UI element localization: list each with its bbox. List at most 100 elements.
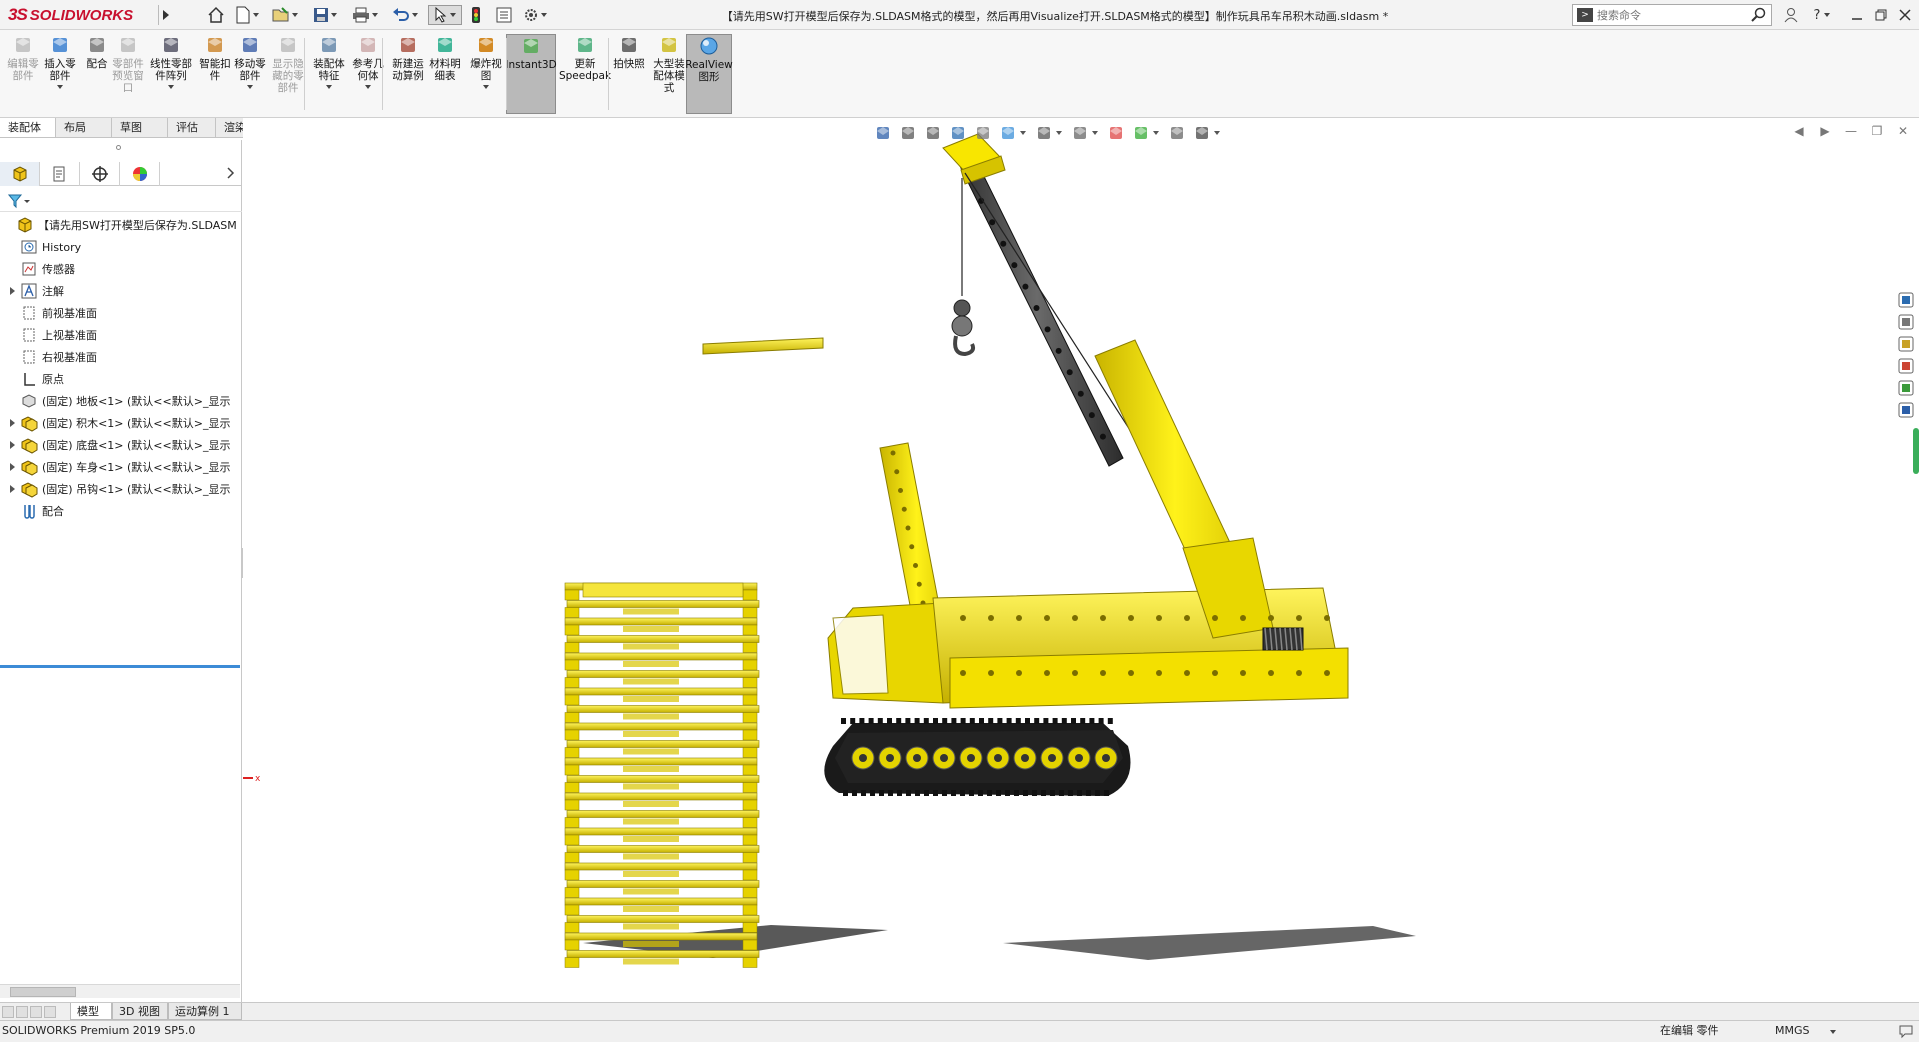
view-settings-icon[interactable] <box>1167 123 1187 143</box>
smart-fasteners-button[interactable]: 智能扣件 <box>196 34 234 114</box>
unit-system[interactable]: MMGS <box>1775 1021 1810 1041</box>
exploded-view-button[interactable]: 爆炸视图 <box>466 34 506 114</box>
view-orientation-icon[interactable] <box>998 123 1018 143</box>
assembly-features-button[interactable]: 装配体 特征 <box>310 34 348 114</box>
edit-component-button[interactable]: 编辑零 部件 <box>6 34 40 114</box>
search-input[interactable] <box>1597 6 1751 24</box>
dropdown-arrow-icon[interactable] <box>247 85 253 89</box>
configurationmanager-tab-icon[interactable] <box>80 162 120 186</box>
bill-of-materials-button[interactable]: 材料明 细表 <box>426 34 464 114</box>
rollback-bar[interactable] <box>0 665 240 668</box>
dropdown-arrow-icon[interactable] <box>1056 131 1062 135</box>
file-properties-icon[interactable] <box>494 5 514 25</box>
select-icon[interactable] <box>428 5 462 25</box>
expand-arrow-icon[interactable] <box>6 478 18 500</box>
scrollbar-thumb[interactable] <box>10 987 76 997</box>
propertymanager-tab-icon[interactable] <box>40 162 80 186</box>
open-icon[interactable] <box>270 5 300 25</box>
dropdown-arrow-icon[interactable] <box>168 85 174 89</box>
expand-arrow-icon[interactable] <box>6 456 18 478</box>
prev-tab-icon[interactable] <box>16 1006 28 1018</box>
tree-filter-row[interactable] <box>0 190 242 212</box>
show-hidden-button[interactable]: 显示隐 藏的零 部件 <box>270 34 306 114</box>
undo-icon[interactable] <box>390 5 420 25</box>
new-motion-study-button[interactable]: 新建运 动算例 <box>388 34 428 114</box>
search-commands-box[interactable]: > <box>1572 4 1772 26</box>
tree-item[interactable]: 【请先用SW打开模型后保存为.SLDASM <box>0 214 242 236</box>
next-tab-icon[interactable] <box>30 1006 42 1018</box>
help-button[interactable]: ? <box>1808 5 1836 25</box>
bottom-tab-2[interactable]: 运动算例 1 <box>168 1003 242 1020</box>
take-snapshot-button[interactable]: 拍快照 <box>612 34 646 114</box>
linear-pattern-button[interactable]: 线性零部 件阵列 <box>148 34 194 114</box>
zoom-to-fit-icon[interactable] <box>873 123 893 143</box>
tree-item[interactable]: (固定) 车身<1> (默认<<默认>_显示 <box>0 456 242 478</box>
graphics-restore-icon[interactable]: ❐ <box>1869 123 1885 139</box>
tab-2[interactable]: 草图 <box>112 118 168 138</box>
tree-item[interactable]: 上视基准面 <box>0 324 242 346</box>
tab-1[interactable]: 布局 <box>56 118 112 138</box>
graphics-area[interactable]: y x ◀ ▶ — ❐ ✕ <box>243 118 1919 1002</box>
filter-icon[interactable] <box>8 193 30 209</box>
dropdown-arrow-icon[interactable] <box>326 85 332 89</box>
first-tab-icon[interactable] <box>2 1006 14 1018</box>
tree-item[interactable]: (固定) 底盘<1> (默认<<默认>_显示 <box>0 434 242 456</box>
display-pane-icon[interactable] <box>1192 123 1212 143</box>
edit-appearance-icon[interactable] <box>1106 123 1126 143</box>
zoom-to-area-icon[interactable] <box>898 123 918 143</box>
dropdown-arrow-icon[interactable] <box>57 85 63 89</box>
featuremanager-tab-icon[interactable] <box>0 162 40 186</box>
dynamic-annotation-icon[interactable] <box>973 123 993 143</box>
graphics-close-icon[interactable]: ✕ <box>1895 123 1911 139</box>
print-icon[interactable] <box>350 5 380 25</box>
tree-item[interactable]: (固定) 吊钩<1> (默认<<默认>_显示 <box>0 478 242 500</box>
bottom-tab-1[interactable]: 3D 视图 <box>112 1003 168 1020</box>
tree-item[interactable]: (固定) 地板<1> (默认<<默认>_显示 <box>0 390 242 412</box>
display-style-icon[interactable] <box>1034 123 1054 143</box>
tree-item[interactable]: History <box>0 236 242 258</box>
tile-left-icon[interactable]: ◀ <box>1791 123 1807 139</box>
horizontal-scrollbar[interactable] <box>0 984 240 998</box>
tree-item[interactable]: 传感器 <box>0 258 242 280</box>
tree-item[interactable]: 右视基准面 <box>0 346 242 368</box>
apply-scene-icon[interactable] <box>1131 123 1151 143</box>
tile-right-icon[interactable]: ▶ <box>1817 123 1833 139</box>
appearances-icon[interactable] <box>1895 378 1917 398</box>
dropdown-arrow-icon[interactable] <box>365 85 371 89</box>
crane-model[interactable] <box>702 133 1416 960</box>
bottom-tab-0[interactable]: 模型 <box>70 1003 112 1020</box>
solidworks-logo[interactable]: 3S SOLIDWORKS <box>8 4 154 26</box>
hide-show-icon[interactable] <box>1070 123 1090 143</box>
mate-button[interactable]: 配合 <box>82 34 112 114</box>
section-view-icon[interactable] <box>948 123 968 143</box>
component-preview-button[interactable]: 零部件 预览窗口 <box>110 34 146 114</box>
move-component-button[interactable]: 移动零 部件 <box>230 34 270 114</box>
model-viewport[interactable]: y x <box>243 118 1919 1002</box>
menu-expand-arrow-icon[interactable] <box>158 5 172 25</box>
dropdown-arrow-icon[interactable] <box>1020 131 1026 135</box>
file-explorer-icon[interactable] <box>1895 334 1917 354</box>
update-speedpak-button[interactable]: 更新 Speedpak <box>559 34 611 114</box>
task-pane-collapse-handle[interactable] <box>1913 428 1919 474</box>
minimize-icon[interactable] <box>1846 5 1868 25</box>
expand-arrow-icon[interactable] <box>6 434 18 456</box>
traffic-light-icon[interactable] <box>468 5 484 25</box>
instant3d-button[interactable]: Instant3D <box>505 34 557 114</box>
expand-arrow-icon[interactable] <box>6 280 18 302</box>
user-icon[interactable] <box>1780 5 1802 25</box>
save-icon[interactable] <box>310 5 340 25</box>
status-bubble-icon[interactable] <box>1898 1023 1914 1039</box>
home-icon[interactable] <box>205 5 227 25</box>
last-tab-icon[interactable] <box>44 1006 56 1018</box>
dropdown-arrow-icon[interactable] <box>483 85 489 89</box>
new-icon[interactable] <box>232 5 262 25</box>
tree-item[interactable]: 原点 <box>0 368 242 390</box>
pane-grip-handle[interactable] <box>116 145 121 150</box>
insert-components-button[interactable]: 插入零 部件 <box>40 34 80 114</box>
previous-view-icon[interactable] <box>923 123 943 143</box>
graphics-minimize-icon[interactable]: — <box>1843 123 1859 139</box>
tree-item[interactable]: 注解 <box>0 280 242 302</box>
tree-item[interactable]: (固定) 积木<1> (默认<<默认>_显示 <box>0 412 242 434</box>
units-dropdown-icon[interactable] <box>1830 1030 1836 1034</box>
close-icon[interactable] <box>1894 5 1916 25</box>
